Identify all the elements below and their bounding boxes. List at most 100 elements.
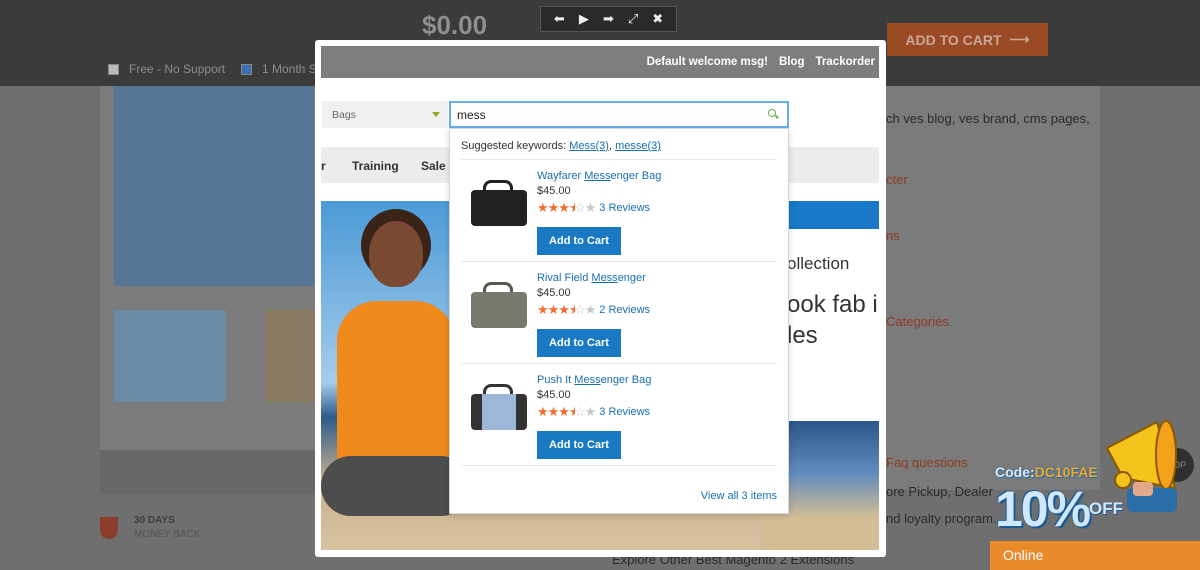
star-rating-icon: ★★★★☆★ (537, 200, 596, 215)
product-price: $45.00 (537, 185, 571, 197)
background-link[interactable]: ns (886, 228, 900, 243)
category-select[interactable]: Bags (322, 101, 448, 128)
product-image[interactable] (469, 382, 529, 438)
product-image[interactable] (469, 280, 529, 336)
reviews-link[interactable]: 3 Reviews (599, 202, 650, 214)
promo-off: OFF (1089, 499, 1123, 518)
nav-item-sale[interactable]: Sale (421, 159, 446, 173)
chevron-down-icon (432, 112, 440, 117)
product-name[interactable]: Wayfarer Messenger Bag (537, 170, 661, 182)
hero-text: ook fab i (787, 291, 878, 318)
keyword-link[interactable]: Mess(3) (569, 140, 609, 152)
product-rating: ★★★★☆★ 3 Reviews (537, 201, 650, 214)
add-to-cart-button[interactable]: Add to Cart (537, 329, 621, 357)
guarantee-title: 30 DAYS (134, 515, 175, 526)
trackorder-link[interactable]: Trackorder (816, 56, 875, 68)
name-match: Mess (574, 374, 601, 386)
hero-text: ollection (787, 254, 850, 273)
name-part: Rival Field (537, 272, 592, 284)
suggested-label: Suggested keywords: (461, 140, 567, 152)
star-rating-icon: ★★★★☆★ (537, 302, 596, 317)
suggested-keywords: Suggested keywords: Mess(3), messe(3) (461, 129, 777, 160)
search-icon[interactable] (767, 108, 781, 122)
result-item[interactable]: Rival Field Messenger $45.00 ★★★★☆★ 2 Re… (461, 262, 777, 364)
add-to-cart-button[interactable]: Add to Cart (537, 227, 621, 255)
name-match: Mess (591, 272, 618, 284)
background-link[interactable]: Faq questions (886, 455, 968, 470)
lightbox-frame: Default welcome msg! Blog Trackorder Bag… (315, 40, 886, 557)
keyword-link[interactable]: messe(3) (615, 140, 661, 152)
result-item[interactable]: Wayfarer Messenger Bag $45.00 ★★★★☆★ 3 R… (461, 160, 777, 262)
name-part: enger (617, 272, 646, 284)
online-chat-bar[interactable]: Online (990, 541, 1200, 570)
product-price: $45.00 (537, 287, 571, 299)
promo-code-value: DC10FAE (1034, 464, 1098, 480)
view-all-link[interactable]: View all 3 items (701, 490, 777, 502)
product-price: $45.00 (537, 389, 571, 401)
option-free[interactable]: Free - No Support (108, 62, 225, 76)
online-label: Online (1003, 547, 1044, 563)
search-box[interactable] (449, 101, 789, 128)
product-rating: ★★★★☆★ 2 Reviews (537, 303, 650, 316)
name-match: Mess (584, 170, 611, 182)
reviews-link[interactable]: 3 Reviews (599, 406, 650, 418)
guarantee-subtitle: MONEY BACK (134, 529, 201, 540)
checkbox-month[interactable] (241, 63, 252, 75)
promo-percent: 10% (995, 481, 1091, 537)
guarantee-text: 30 DAYS MONEY BACK (134, 515, 201, 540)
lightbox-controls: ⬅ ▶ ➡ ⤢ ✖ (540, 6, 677, 32)
arrow-right-icon: ⟶ (1009, 31, 1030, 47)
background-link[interactable]: cter (886, 172, 908, 187)
result-item[interactable]: Push It Messenger Bag $45.00 ★★★★☆★ 3 Re… (461, 364, 777, 466)
blog-link[interactable]: Blog (779, 56, 805, 68)
promo-code: Code:DC10FAE (995, 464, 1098, 480)
name-part: enger Bag (610, 170, 662, 182)
background-text: ore Pickup, Dealer (886, 484, 993, 499)
lightbox-screenshot: Default welcome msg! Blog Trackorder Bag… (321, 46, 879, 550)
background-link[interactable]: Categories (886, 314, 949, 329)
bag-body (471, 394, 527, 430)
option-free-label: Free - No Support (129, 62, 226, 76)
nav-item[interactable]: r (321, 159, 326, 173)
background-thumbnail[interactable] (266, 310, 316, 402)
product-price: $0.00 (422, 10, 488, 40)
arrow-right-icon[interactable]: ➡ (598, 9, 618, 29)
fullscreen-icon[interactable]: ⤢ (623, 9, 643, 29)
product-image[interactable] (469, 178, 529, 234)
nav-item-training[interactable]: Training (352, 159, 399, 173)
add-to-cart-label: ADD TO CART (905, 31, 1002, 48)
hero-text: les (787, 322, 818, 349)
hero-image-head (369, 221, 423, 287)
option-month[interactable]: 1 Month Su (241, 62, 323, 76)
reviews-link[interactable]: 2 Reviews (599, 304, 650, 316)
category-value: Bags (332, 108, 356, 121)
promo-code-label: Code: (995, 464, 1035, 480)
name-part: enger Bag (600, 374, 652, 386)
product-name[interactable]: Rival Field Messenger (537, 272, 646, 284)
play-icon[interactable]: ▶ (574, 9, 594, 29)
hero-image-body (337, 301, 455, 471)
background-text: nd loyalty program. (886, 511, 997, 526)
background-text: ch ves blog, ves brand, cms pages, (886, 111, 1090, 126)
checkbox-free[interactable] (108, 63, 119, 75)
search-autocomplete-dropdown: Suggested keywords: Mess(3), messe(3) Wa… (449, 128, 789, 514)
bag-body (471, 190, 527, 226)
name-part: Wayfarer (537, 170, 585, 182)
star-rating-icon: ★★★★☆★ (537, 404, 596, 419)
bag-body (471, 292, 527, 328)
name-part: Push It (537, 374, 575, 386)
background-product-image (114, 86, 314, 286)
product-name[interactable]: Push It Messenger Bag (537, 374, 651, 386)
promo-banner[interactable]: Code:DC10FAE 10% OFF (993, 416, 1200, 546)
add-to-cart-button[interactable]: Add to Cart (537, 431, 621, 459)
product-rating: ★★★★☆★ 3 Reviews (537, 405, 650, 418)
background-thumbnail[interactable] (114, 310, 226, 402)
background-add-to-cart-button[interactable]: ADD TO CART ⟶ (887, 23, 1048, 56)
background-video-bar[interactable] (100, 450, 315, 494)
close-icon[interactable]: ✖ (648, 9, 668, 29)
arrow-left-icon[interactable]: ⬅ (549, 9, 569, 29)
welcome-bar: Default welcome msg! Blog Trackorder (321, 46, 879, 78)
search-input[interactable] (457, 107, 767, 122)
shield-icon (100, 516, 118, 539)
welcome-message: Default welcome msg! (646, 56, 768, 68)
